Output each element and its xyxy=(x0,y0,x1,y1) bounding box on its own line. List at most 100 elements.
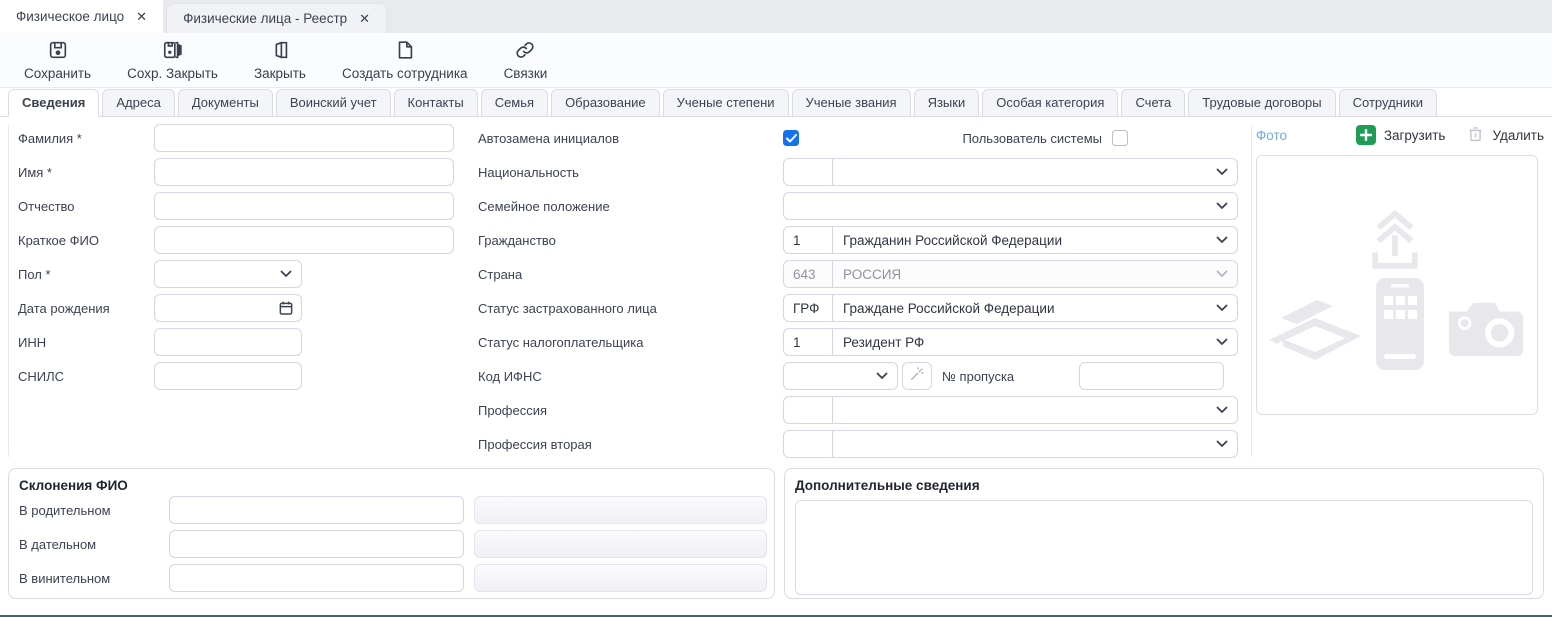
photo-section: Фото Загрузить Удалить xyxy=(1256,123,1544,415)
toolbar: Сохранить Сохр. Закрыть Закрыть Создать … xyxy=(0,33,1552,88)
profession-combo[interactable] xyxy=(783,396,1238,424)
tab-trudovye-dogovory[interactable]: Трудовые договоры xyxy=(1188,89,1335,117)
tab-uchenye-stepeni[interactable]: Ученые степени xyxy=(663,89,789,117)
tab-scheta[interactable]: Счета xyxy=(1121,89,1185,117)
chevron-down-icon xyxy=(1216,406,1228,414)
taxpayer-status-code: 1 xyxy=(784,329,833,355)
tab-adresa[interactable]: Адреса xyxy=(102,89,174,117)
surname-input[interactable] xyxy=(154,124,454,152)
insured-status-combo[interactable]: ГРФ Граждане Российской Федерации xyxy=(783,294,1238,322)
section-tab-bar: Сведения Адреса Документы Воинский учет … xyxy=(0,88,1552,117)
ifns-code-select[interactable] xyxy=(783,362,898,390)
declension-panel-title: Склонения ФИО xyxy=(19,478,774,493)
inn-input[interactable] xyxy=(154,328,302,356)
window-tab-bar: Физическое лицо ✕ Физические лица - Реес… xyxy=(0,0,1552,33)
field-citizenship: Гражданство 1 Гражданин Российской Федер… xyxy=(470,223,1251,257)
photo-delete-button[interactable]: Удалить xyxy=(1467,125,1544,146)
tab-uchenye-zvaniya[interactable]: Ученые звания xyxy=(792,89,911,117)
patronymic-input[interactable] xyxy=(154,192,454,220)
window-tab-fizicheskie-lica-reestr[interactable]: Физические лица - Реестр ✕ xyxy=(166,3,387,33)
genitive-input[interactable] xyxy=(169,496,464,524)
insured-status-label: Статус застрахованного лица xyxy=(470,301,783,316)
tab-osobaya-kategoriya[interactable]: Особая категория xyxy=(982,89,1118,117)
birth-date-input[interactable] xyxy=(154,294,302,322)
accusative-auto-field xyxy=(474,564,767,592)
dative-input[interactable] xyxy=(169,530,464,558)
form-right-divider xyxy=(1251,125,1252,457)
form-column-middle: Автозамена инициалов Пользователь систем… xyxy=(470,121,1251,461)
tab-voinskiy-uchet[interactable]: Воинский учет xyxy=(276,89,391,117)
taxpayer-status-label: Статус налогоплательщика xyxy=(470,335,783,350)
camera-icon xyxy=(1441,294,1531,367)
system-user-checkbox[interactable] xyxy=(1112,130,1128,146)
citizenship-code: 1 xyxy=(784,227,833,253)
field-marital-status: Семейное положение xyxy=(470,189,1251,223)
save-close-button-label: Сохр. Закрыть xyxy=(127,66,218,81)
save-close-icon xyxy=(162,39,184,64)
tab-svedeniya[interactable]: Сведения xyxy=(8,89,99,117)
chevron-down-icon xyxy=(1216,440,1228,448)
profession-second-label: Профессия вторая xyxy=(470,437,783,452)
create-employee-button-label: Создать сотрудника xyxy=(342,66,468,81)
pass-number-input[interactable] xyxy=(1079,362,1224,390)
create-employee-button[interactable]: Создать сотрудника xyxy=(342,39,468,81)
tab-dokumenty[interactable]: Документы xyxy=(178,89,273,117)
ifns-code-label: Код ИФНС xyxy=(470,369,783,384)
first-name-input[interactable] xyxy=(154,158,454,186)
window-tab-fizicheskoe-lico[interactable]: Физическое лицо ✕ xyxy=(0,0,163,33)
photo-upload-button[interactable]: Загрузить xyxy=(1356,125,1446,145)
snils-label: СНИЛС xyxy=(9,369,154,384)
nationality-label: Национальность xyxy=(470,165,783,180)
marital-status-combo[interactable] xyxy=(783,192,1238,220)
nationality-code xyxy=(784,159,833,185)
additional-info-textarea[interactable] xyxy=(795,500,1533,595)
short-fio-input[interactable] xyxy=(154,226,454,254)
save-close-button[interactable]: Сохр. Закрыть xyxy=(127,39,218,81)
country-combo: 643 РОССИЯ xyxy=(783,260,1238,288)
links-button-label: Связки xyxy=(504,66,548,81)
gender-select[interactable] xyxy=(154,260,302,288)
chevron-down-icon xyxy=(876,372,888,380)
citizenship-combo[interactable]: 1 Гражданин Российской Федерации xyxy=(783,226,1238,254)
insured-status-code: ГРФ xyxy=(784,295,833,321)
tab-yazyki[interactable]: Языки xyxy=(914,89,980,117)
upload-icon xyxy=(1362,208,1428,279)
accusative-input[interactable] xyxy=(169,564,464,592)
patronymic-label: Отчество xyxy=(9,199,154,214)
dative-label: В дательном xyxy=(19,537,169,552)
photo-placeholder[interactable] xyxy=(1256,155,1538,415)
field-nationality: Национальность xyxy=(470,155,1251,189)
birth-date-label: Дата рождения xyxy=(9,301,154,316)
photo-header: Фото Загрузить Удалить xyxy=(1256,123,1544,147)
snils-input[interactable] xyxy=(154,362,302,390)
ifns-autofill-button[interactable] xyxy=(902,362,932,390)
field-insured-status: Статус застрахованного лица ГРФ Граждане… xyxy=(470,291,1251,325)
country-value: РОССИЯ xyxy=(833,267,1216,282)
photo-upload-label: Загрузить xyxy=(1384,128,1446,143)
field-country: Страна 643 РОССИЯ xyxy=(470,257,1251,291)
close-tab-icon[interactable]: ✕ xyxy=(136,10,147,23)
tab-semya[interactable]: Семья xyxy=(481,89,548,117)
close-button-label: Закрыть xyxy=(254,66,306,81)
links-button[interactable]: Связки xyxy=(504,39,548,81)
field-patronymic: Отчество xyxy=(9,189,469,223)
profession-second-combo[interactable] xyxy=(783,430,1238,458)
chevron-down-icon xyxy=(1216,168,1228,176)
chevron-down-icon xyxy=(1216,202,1228,210)
close-button[interactable]: Закрыть xyxy=(254,39,306,81)
short-fio-label: Краткое ФИО xyxy=(9,233,154,248)
close-door-icon xyxy=(269,39,291,64)
save-button-label: Сохранить xyxy=(24,66,91,81)
chevron-down-icon xyxy=(1216,236,1228,244)
tab-sotrudniki[interactable]: Сотрудники xyxy=(1339,89,1437,117)
close-tab-icon[interactable]: ✕ xyxy=(359,12,370,25)
field-profession-second: Профессия вторая xyxy=(470,427,1251,461)
auto-initials-checkbox[interactable] xyxy=(783,130,799,146)
save-button[interactable]: Сохранить xyxy=(24,39,91,81)
tab-kontakty[interactable]: Контакты xyxy=(394,89,478,117)
taxpayer-status-combo[interactable]: 1 Резидент РФ xyxy=(783,328,1238,356)
nationality-combo[interactable] xyxy=(783,158,1238,186)
tab-obrazovanie[interactable]: Образование xyxy=(551,89,660,117)
field-surname: Фамилия * xyxy=(9,121,469,155)
declension-row-dative: В дательном xyxy=(19,527,774,561)
